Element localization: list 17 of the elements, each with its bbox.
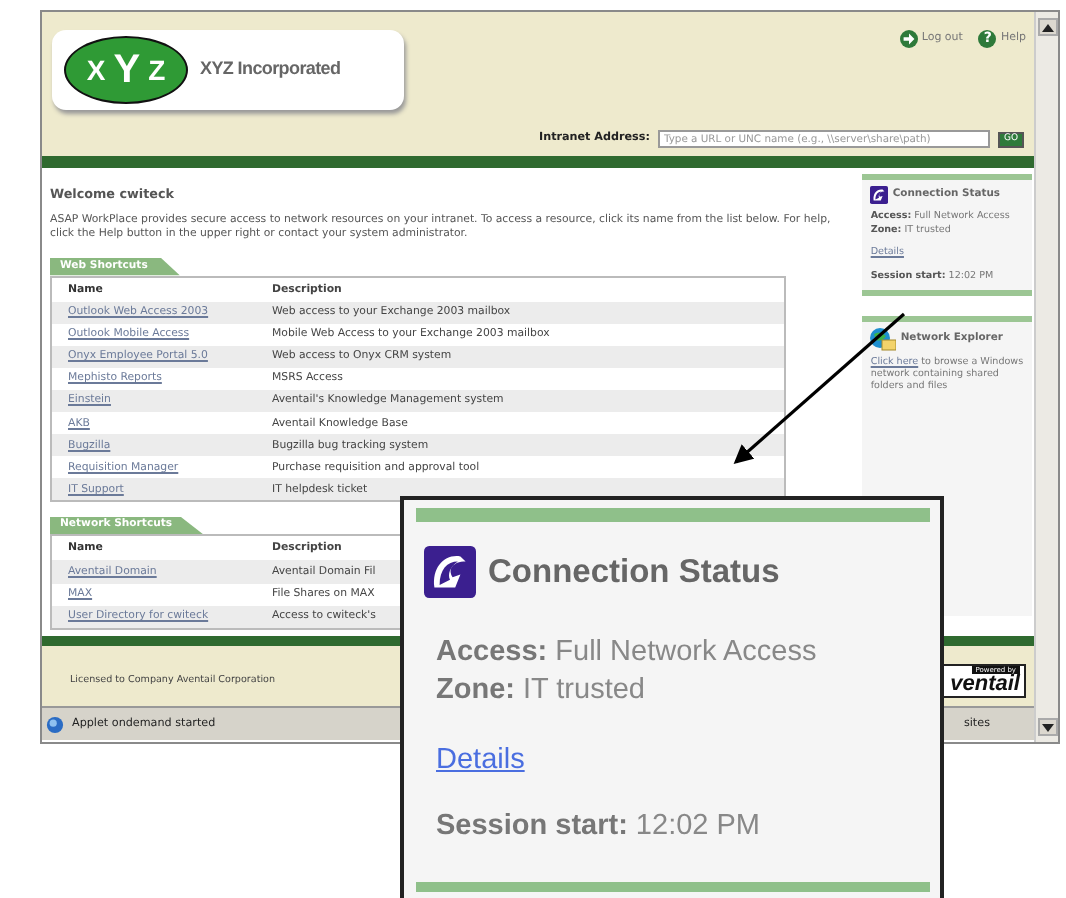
logo-letter: X — [86, 51, 106, 89]
zone-text: Zone: IT trusted — [434, 672, 647, 710]
arrow-icon — [899, 30, 918, 48]
session-text: Session start: 12:02 PM — [434, 807, 762, 846]
logo-letter: Y — [113, 46, 141, 96]
down-arrow-icon — [1041, 723, 1053, 731]
details-link[interactable]: Details — [436, 744, 525, 776]
logo-letter: Z — [148, 51, 166, 89]
globe-folder-icon — [870, 327, 897, 352]
helmet-icon — [424, 546, 476, 598]
company-name: XYZ Incorporated — [200, 56, 341, 83]
callout-title: Connection Status — [488, 551, 780, 594]
access-text: Access: Full Network Access — [434, 634, 819, 672]
scrollbar[interactable] — [1034, 12, 1058, 742]
up-arrow-icon — [1041, 23, 1053, 31]
helmet-icon — [870, 186, 889, 204]
globe-icon — [46, 715, 64, 733]
